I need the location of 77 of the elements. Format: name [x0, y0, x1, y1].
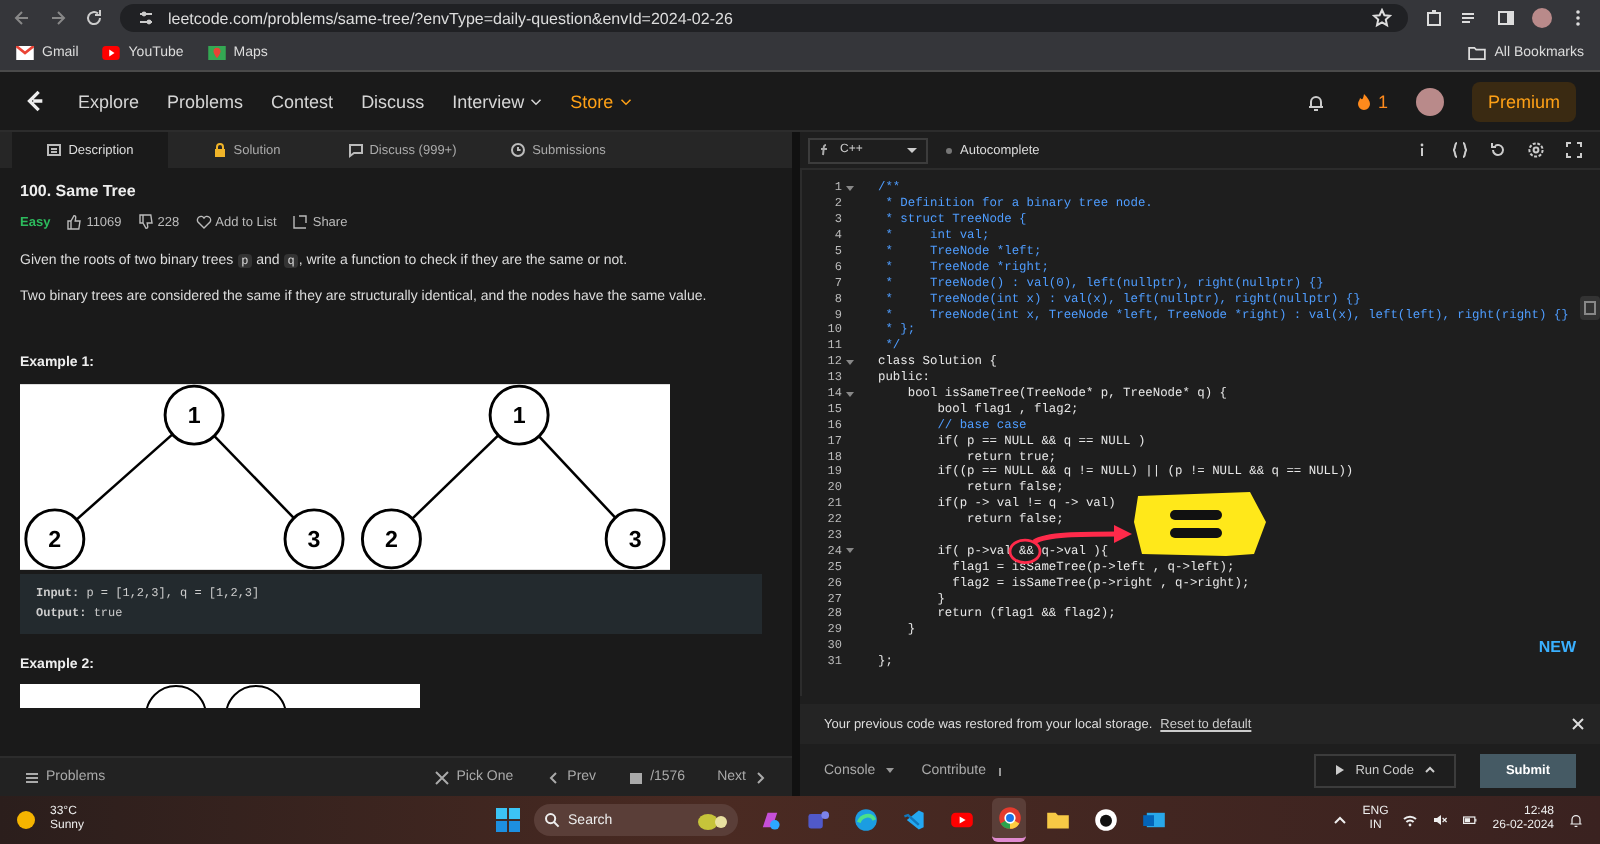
- share-icon: [292, 214, 309, 230]
- problem-title: 100. Same Tree: [20, 182, 138, 200]
- nav-link[interactable]: Discuss: [361, 91, 425, 111]
- profile-avatar[interactable]: [1532, 8, 1552, 28]
- calendar-icon: [628, 769, 645, 785]
- list-icon: [24, 769, 40, 785]
- bell-icon[interactable]: [1568, 812, 1584, 828]
- media-icon[interactable]: [1460, 8, 1480, 28]
- reload-icon[interactable]: [84, 8, 104, 28]
- envelope-icon: [16, 46, 34, 60]
- clock-icon: [510, 142, 527, 158]
- extension-icon[interactable]: [1424, 8, 1444, 28]
- flame-icon: [1353, 91, 1374, 111]
- settings-icon[interactable]: [1526, 140, 1546, 160]
- speaker-muted-icon[interactable]: [1432, 812, 1449, 828]
- caret-icon: [904, 142, 920, 158]
- play-icon: [1331, 762, 1348, 778]
- people-icon: [805, 808, 830, 832]
- round-logo-icon: [997, 806, 1022, 830]
- wave-icon: [853, 808, 878, 832]
- chevron-left-icon: [545, 769, 562, 785]
- fold-caret-icon[interactable]: [846, 546, 854, 555]
- side-panel-icon[interactable]: [1496, 8, 1516, 28]
- nav-link[interactable]: Store: [570, 91, 632, 111]
- bell-icon[interactable]: [1305, 91, 1326, 111]
- thumbs-down-icon: [137, 214, 154, 230]
- swirl-icon: [757, 808, 782, 832]
- shuffle-icon: [434, 769, 451, 785]
- profile-avatar[interactable]: [1415, 87, 1444, 115]
- lock-icon: [211, 142, 228, 158]
- binary-tree-drawing: 1 2 3 1 2 3: [20, 383, 670, 570]
- search-icon: [544, 812, 561, 828]
- fullscreen-icon[interactable]: [1564, 140, 1584, 160]
- chat-icon: [347, 142, 364, 158]
- folder-icon: [1468, 46, 1487, 60]
- caret-icon: [1421, 762, 1438, 778]
- envelope-icon: [1141, 808, 1166, 832]
- copy-icon[interactable]: [1580, 296, 1600, 320]
- back-icon[interactable]: [12, 8, 32, 28]
- star-icon[interactable]: [1372, 8, 1392, 28]
- battery-icon[interactable]: [1462, 812, 1479, 828]
- sun-icon[interactable]: [16, 810, 36, 830]
- new-label: NEW: [1538, 638, 1576, 656]
- nav-link[interactable]: Interview: [452, 91, 543, 111]
- function-icon: [816, 142, 832, 158]
- reset-icon[interactable]: [1488, 140, 1508, 160]
- play-icon: [949, 808, 974, 832]
- nav-link[interactable]: Problems: [167, 91, 244, 111]
- play-icon: [102, 46, 121, 60]
- document-icon: [46, 142, 63, 158]
- taskbar-app[interactable]: [992, 798, 1027, 842]
- folder-icon: [1045, 808, 1070, 832]
- address-bar[interactable]: leetcode.com/problems/same-tree/?envType=daily-question&envId=2024-02-26: [120, 4, 1408, 32]
- windows-start-icon[interactable]: [496, 808, 521, 832]
- chevron-up-icon[interactable]: [1332, 812, 1349, 828]
- decoration-icon: [696, 810, 729, 830]
- nav-link[interactable]: Explore: [78, 91, 140, 111]
- streak-counter[interactable]: 1: [1353, 91, 1388, 111]
- wifi-icon[interactable]: [1402, 812, 1419, 828]
- nav-link[interactable]: Contest: [271, 91, 334, 111]
- caret-icon: [881, 762, 898, 778]
- ribbon-icon: [901, 808, 926, 832]
- fold-caret-icon[interactable]: [846, 389, 854, 398]
- chevron-right-icon: [752, 769, 768, 785]
- fold-caret-icon[interactable]: [846, 357, 854, 366]
- map-pin-icon: [207, 46, 226, 60]
- site-settings-icon[interactable]: [136, 8, 156, 28]
- heart-icon: [195, 214, 212, 230]
- fold-caret-icon[interactable]: [846, 183, 854, 192]
- close-icon[interactable]: [1568, 714, 1588, 734]
- logo-icon[interactable]: [24, 88, 46, 114]
- premium-button[interactable]: Premium: [1471, 81, 1576, 121]
- caret-icon: [530, 97, 543, 105]
- forward-icon[interactable]: [48, 8, 68, 28]
- thumbs-up-icon: [66, 214, 83, 230]
- braces-icon[interactable]: [1450, 140, 1470, 160]
- caret-icon: [619, 97, 632, 105]
